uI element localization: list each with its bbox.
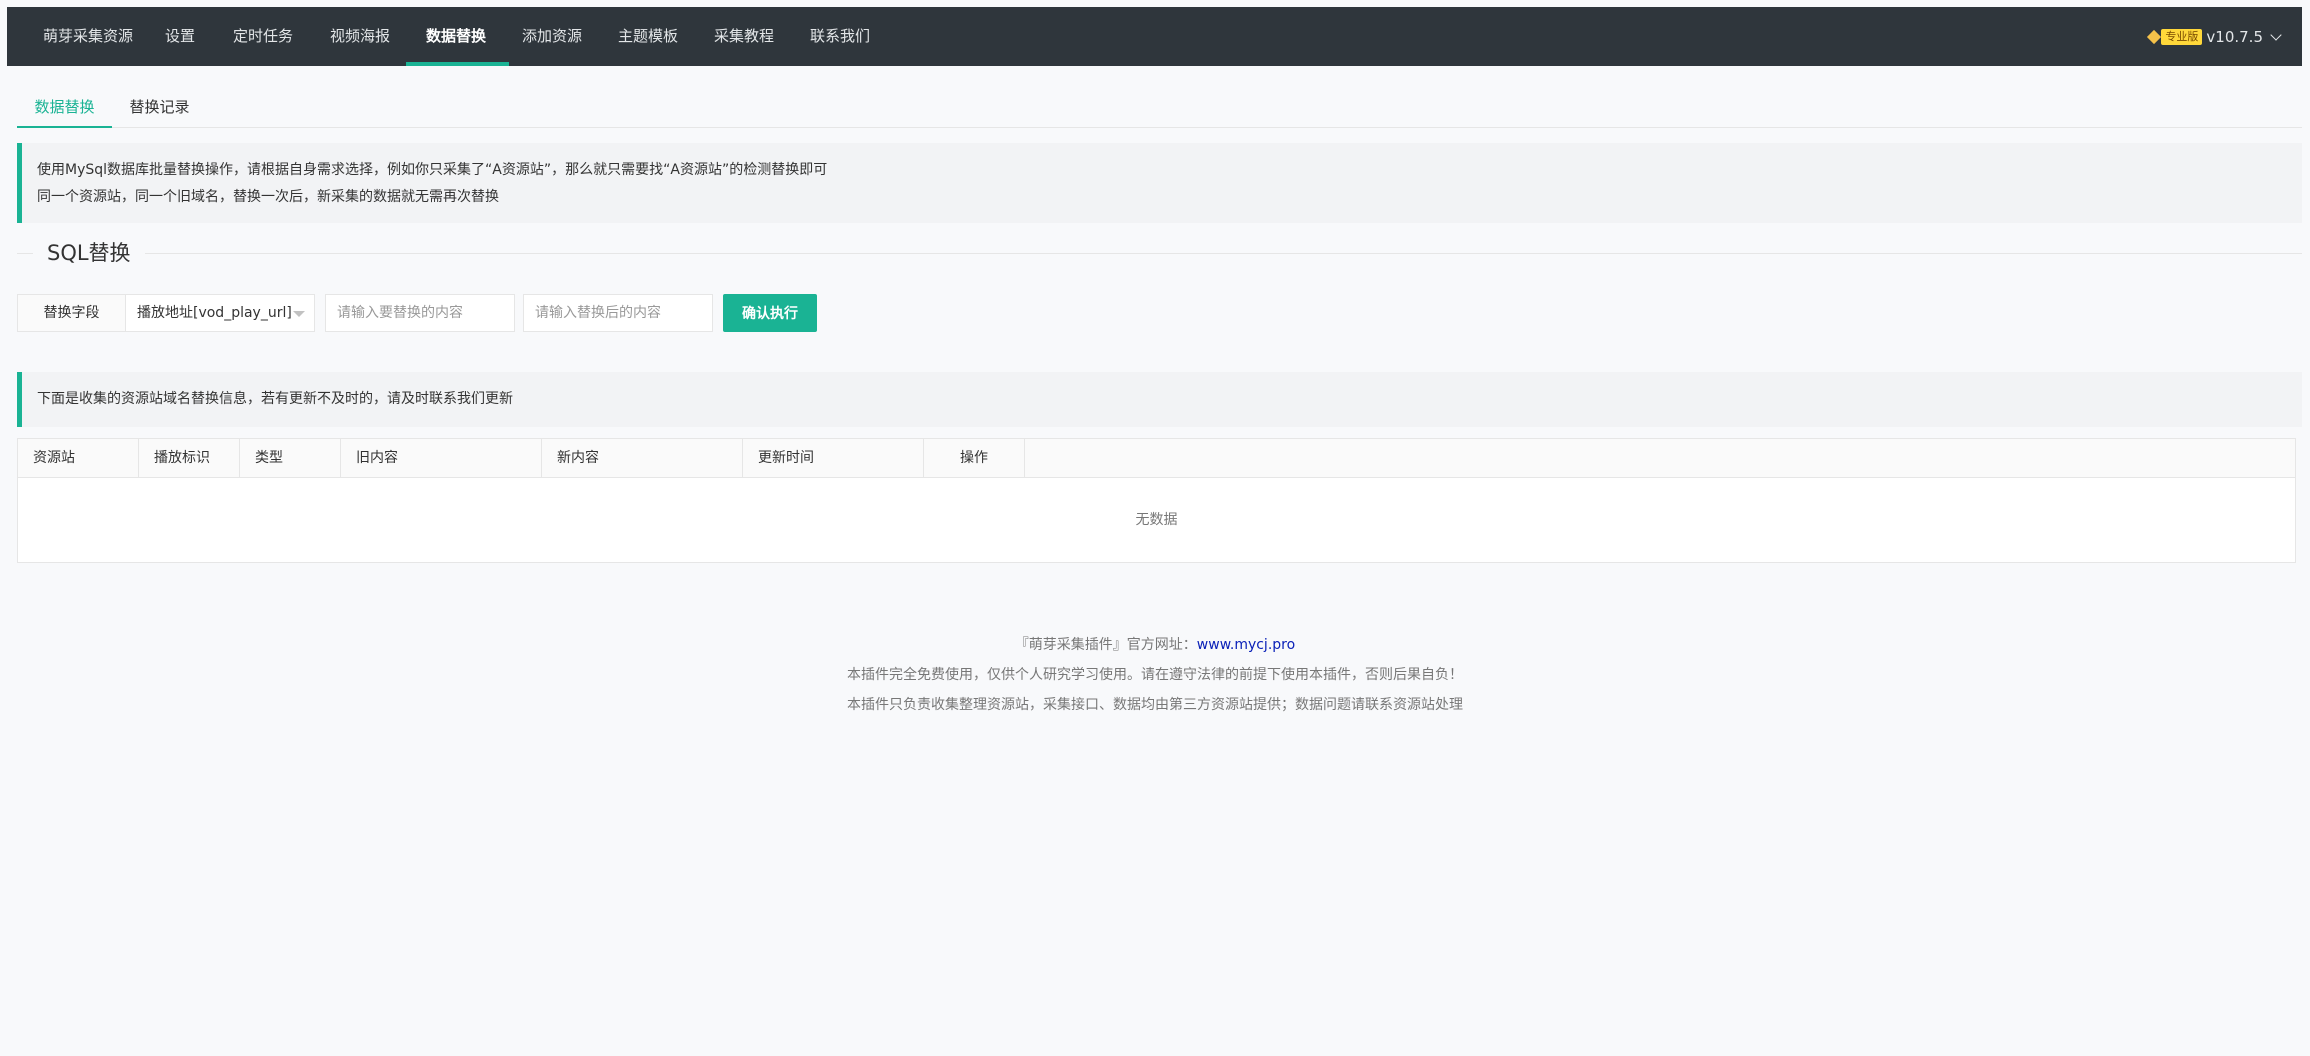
old-content-input[interactable]: [325, 294, 515, 332]
column-header-new-content: 新内容: [542, 439, 743, 477]
nav-item-video-posters[interactable]: 视频海报: [330, 7, 390, 66]
pro-badge: 专业版: [2161, 28, 2203, 45]
replace-field-label: 替换字段: [17, 294, 126, 332]
diamond-icon: [2147, 30, 2161, 44]
replace-field-selected-value: 播放地址[vod_play_url]: [137, 305, 292, 321]
nav-item-theme-templates[interactable]: 主题模板: [618, 7, 678, 66]
notice-usage-line1: 使用MySql数据库批量替换操作，请根据自身需求选择，例如你只采集了“A资源站”…: [37, 162, 828, 178]
tab-data-replace[interactable]: 数据替换: [17, 86, 112, 128]
column-header-old-content: 旧内容: [341, 439, 542, 477]
confirm-execute-button[interactable]: 确认执行: [723, 294, 817, 332]
column-header-updated-time: 更新时间: [743, 439, 924, 477]
nav-item-mycj-resources[interactable]: 萌芽采集资源: [43, 7, 133, 66]
table-empty-state: 无数据: [1135, 512, 1178, 528]
column-header-type: 类型: [240, 439, 341, 477]
replace-info-table: 资源站 播放标识 类型 旧内容 新内容 更新时间 操作 无数据: [17, 438, 2296, 563]
column-header-play-flag: 播放标识: [139, 439, 240, 477]
nav-item-data-replace[interactable]: 数据替换: [426, 7, 486, 66]
replace-field-select[interactable]: 播放地址[vod_play_url]: [125, 294, 315, 332]
tab-replace-records[interactable]: 替换记录: [112, 86, 207, 128]
chevron-down-icon: [2270, 28, 2282, 41]
sub-tabs: 数据替换 替换记录: [17, 86, 2302, 128]
footer-line3: 本插件只负责收集整理资源站，采集接口、数据均由第三方资源站提供；数据问题请联系资…: [847, 697, 1463, 713]
notice-domain-list: 下面是收集的资源站域名替换信息，若有更新不及时的，请及时联系我们更新: [17, 372, 2302, 427]
table-header: 资源站 播放标识 类型 旧内容 新内容 更新时间 操作: [18, 439, 2295, 478]
column-header-resource-site: 资源站: [18, 439, 139, 477]
footer-site-label: 『萌芽采集插件』官方网址：: [1014, 637, 1197, 653]
official-site-link[interactable]: www.mycj.pro: [1197, 637, 1295, 653]
footer: 『萌芽采集插件』官方网址：www.mycj.pro 本插件完全免费使用，仅供个人…: [0, 630, 2310, 720]
nav-item-contact-us[interactable]: 联系我们: [810, 7, 870, 66]
footer-line1: 『萌芽采集插件』官方网址：www.mycj.pro: [0, 630, 2310, 660]
footer-line2: 本插件完全免费使用，仅供个人研究学习使用。请在遵守法律的前提下使用本插件，否则后…: [847, 667, 1463, 683]
nav-item-add-resource[interactable]: 添加资源: [522, 7, 582, 66]
caret-down-icon: [293, 311, 305, 317]
section-title: SQL替换: [33, 237, 145, 269]
notice-usage-line2: 同一个资源站，同一个旧域名，替换一次后，新采集的数据就无需再次替换: [37, 189, 499, 205]
version-label: v10.7.5: [2206, 27, 2263, 46]
section-divider: [17, 253, 2302, 254]
nav-item-settings[interactable]: 设置: [165, 7, 195, 66]
top-navbar: 萌芽采集资源 设置 定时任务 视频海报 数据替换 添加资源 主题模板 采集教程 …: [7, 7, 2302, 66]
nav-item-scheduled-tasks[interactable]: 定时任务: [233, 7, 293, 66]
notice-usage: 使用MySql数据库批量替换操作，请根据自身需求选择，例如你只采集了“A资源站”…: [17, 143, 2302, 223]
notice-domain-list-text: 下面是收集的资源站域名替换信息，若有更新不及时的，请及时联系我们更新: [37, 391, 513, 407]
nav-item-tutorials[interactable]: 采集教程: [714, 7, 774, 66]
column-header-actions: 操作: [924, 439, 1025, 477]
new-content-input[interactable]: [523, 294, 713, 332]
nav-active-indicator: [406, 62, 509, 66]
version-menu[interactable]: 专业版 v10.7.5: [2147, 7, 2282, 66]
